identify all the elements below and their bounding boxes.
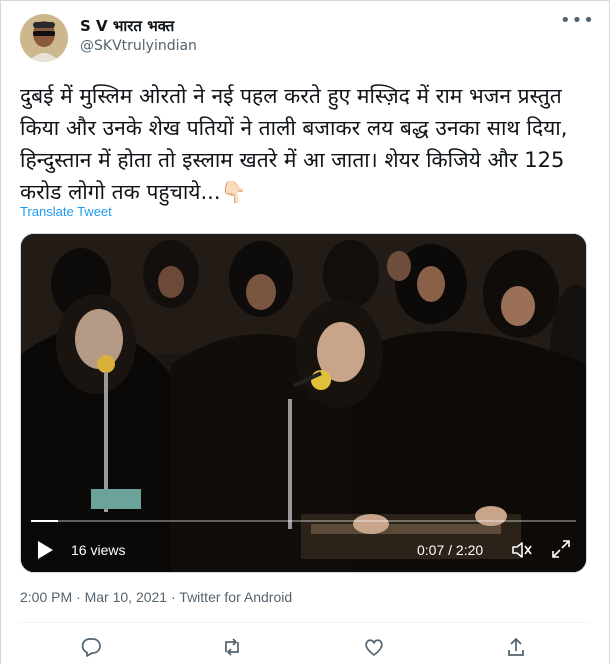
video-progress-fill [31, 520, 59, 522]
like-icon[interactable] [363, 636, 385, 658]
tweet-source[interactable]: Twitter for Android [179, 589, 292, 605]
play-icon[interactable] [35, 539, 55, 561]
more-options-icon[interactable]: ••• [560, 12, 594, 38]
tweet-text: दुबई में मुस्लिम ओरतो ने नई पहल करते हुए… [20, 84, 568, 204]
meta-separator: · [72, 589, 85, 605]
view-count: 16 views [71, 542, 126, 558]
translate-tweet-link[interactable]: Translate Tweet [20, 204, 112, 219]
tweet-time[interactable]: 2:00 PM [20, 589, 72, 605]
volume-icon[interactable] [511, 540, 533, 560]
video-time: 0:07 / 2:20 [417, 542, 484, 558]
author-name[interactable]: S V भारत भक्त [80, 16, 174, 36]
meta-separator: · [167, 589, 180, 605]
video-progress-bar[interactable] [31, 520, 576, 522]
tweet-date[interactable]: Mar 10, 2021 [85, 589, 168, 605]
reply-icon[interactable] [80, 636, 102, 658]
share-icon[interactable] [505, 636, 527, 658]
video-player[interactable]: 16 views 0:07 / 2:20 [20, 233, 587, 573]
divider [20, 622, 588, 623]
author-handle[interactable]: @SKVtrulyindian [80, 38, 197, 54]
tweet-meta: 2:00 PM · Mar 10, 2021 · Twitter for And… [20, 589, 292, 605]
fullscreen-icon[interactable] [551, 539, 571, 559]
retweet-icon[interactable] [221, 636, 243, 658]
avatar[interactable] [20, 14, 68, 62]
